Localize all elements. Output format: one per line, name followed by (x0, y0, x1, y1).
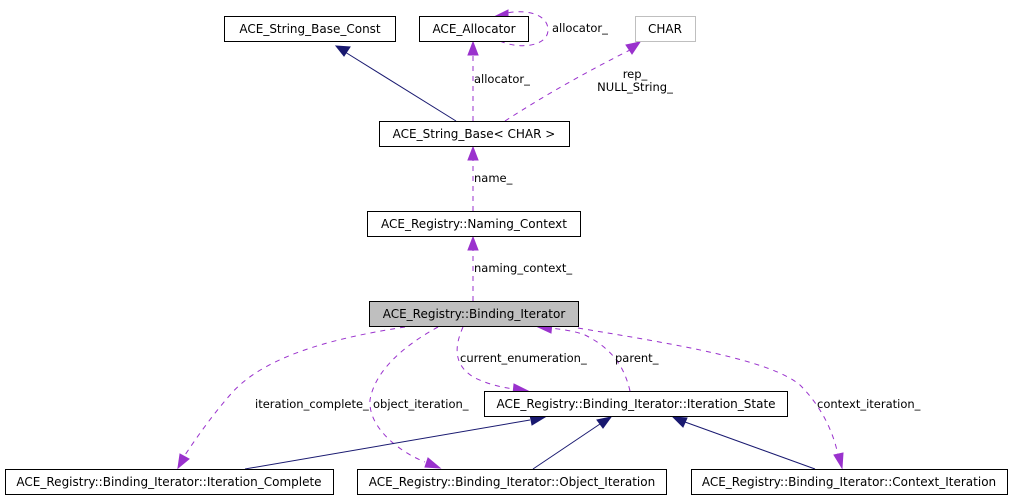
node-iteration-complete[interactable]: ACE_Registry::Binding_Iterator::Iteratio… (5, 469, 334, 495)
node-label: ACE_Registry::Binding_Iterator::Iteratio… (496, 397, 775, 411)
edge-current-enumeration: current_enumeration_ (456, 326, 587, 395)
node-label: ACE_String_Base_Const (239, 22, 381, 36)
edge-label-name: name_ (474, 171, 513, 185)
node-label: ACE_String_Base< CHAR > (393, 127, 556, 141)
usage-arrowhead (177, 453, 190, 470)
edge-object-iteration: object_iteration_ (369, 326, 469, 469)
node-char: CHAR (635, 16, 696, 42)
usage-arrowhead (424, 457, 442, 469)
node-object-iteration[interactable]: ACE_Registry::Binding_Iterator::Object_I… (357, 469, 667, 495)
edge-label-object-iteration: object_iteration_ (373, 397, 469, 411)
edge-label-parent: parent_ (615, 351, 659, 365)
node-label: ACE_Allocator (432, 22, 515, 36)
node-binding-iterator: ACE_Registry::Binding_Iterator (369, 301, 579, 327)
edge-name: name_ (467, 145, 513, 211)
edge-label-allocator-self: allocator_ (552, 21, 608, 35)
node-label: CHAR (648, 22, 682, 36)
usage-arrowhead (625, 41, 642, 55)
edge-string-base-inherits-const (334, 45, 457, 122)
edge-allocator: allocator_ (467, 40, 530, 121)
node-ace-string-base[interactable]: ACE_String_Base< CHAR > (379, 121, 570, 147)
edge-label-null-string: NULL_String_ (597, 80, 673, 94)
edge-rep-null-string: rep_ NULL_String_ (504, 41, 673, 122)
edge-label-context-iteration: context_iteration_ (817, 397, 921, 411)
inheritance-arrowhead (334, 45, 351, 57)
edge-label-naming-context: naming_context_ (474, 261, 572, 275)
node-context-iteration[interactable]: ACE_Registry::Binding_Iterator::Context_… (691, 469, 1008, 495)
node-ace-string-base-const[interactable]: ACE_String_Base_Const (224, 16, 396, 42)
node-label: ACE_Registry::Binding_Iterator::Context_… (702, 475, 996, 489)
edge-label-rep: rep_ (623, 67, 648, 81)
edge-object-inherits-state (532, 416, 613, 470)
usage-arrowhead (467, 40, 479, 56)
usage-arrowhead (467, 235, 479, 251)
inheritance-arrowhead (596, 416, 613, 429)
node-naming-context[interactable]: ACE_Registry::Naming_Context (367, 211, 581, 237)
collaboration-diagram: allocator_ allocator_ rep_ NULL_String_ … (5, 9, 1008, 495)
node-label: ACE_Registry::Naming_Context (381, 217, 567, 231)
node-ace-allocator[interactable]: ACE_Allocator (419, 16, 529, 42)
edge-naming-context: naming_context_ (467, 235, 572, 301)
node-label: ACE_Registry::Binding_Iterator::Iteratio… (16, 475, 321, 489)
inheritance-arrowhead (671, 416, 688, 428)
node-label: ACE_Registry::Binding_Iterator::Object_I… (369, 475, 655, 489)
usage-arrowhead (833, 452, 844, 470)
edge-label-allocator: allocator_ (474, 72, 530, 86)
edge-complete-inherits-state (244, 414, 547, 470)
node-iteration-state[interactable]: ACE_Registry::Binding_Iterator::Iteratio… (484, 391, 788, 417)
edge-label-current-enumeration: current_enumeration_ (460, 351, 587, 365)
edge-label-iteration-complete: iteration_complete_ (255, 397, 369, 411)
usage-arrowhead (467, 145, 479, 161)
edge-context-inherits-state (671, 416, 816, 470)
node-label: ACE_Registry::Binding_Iterator (383, 307, 566, 321)
